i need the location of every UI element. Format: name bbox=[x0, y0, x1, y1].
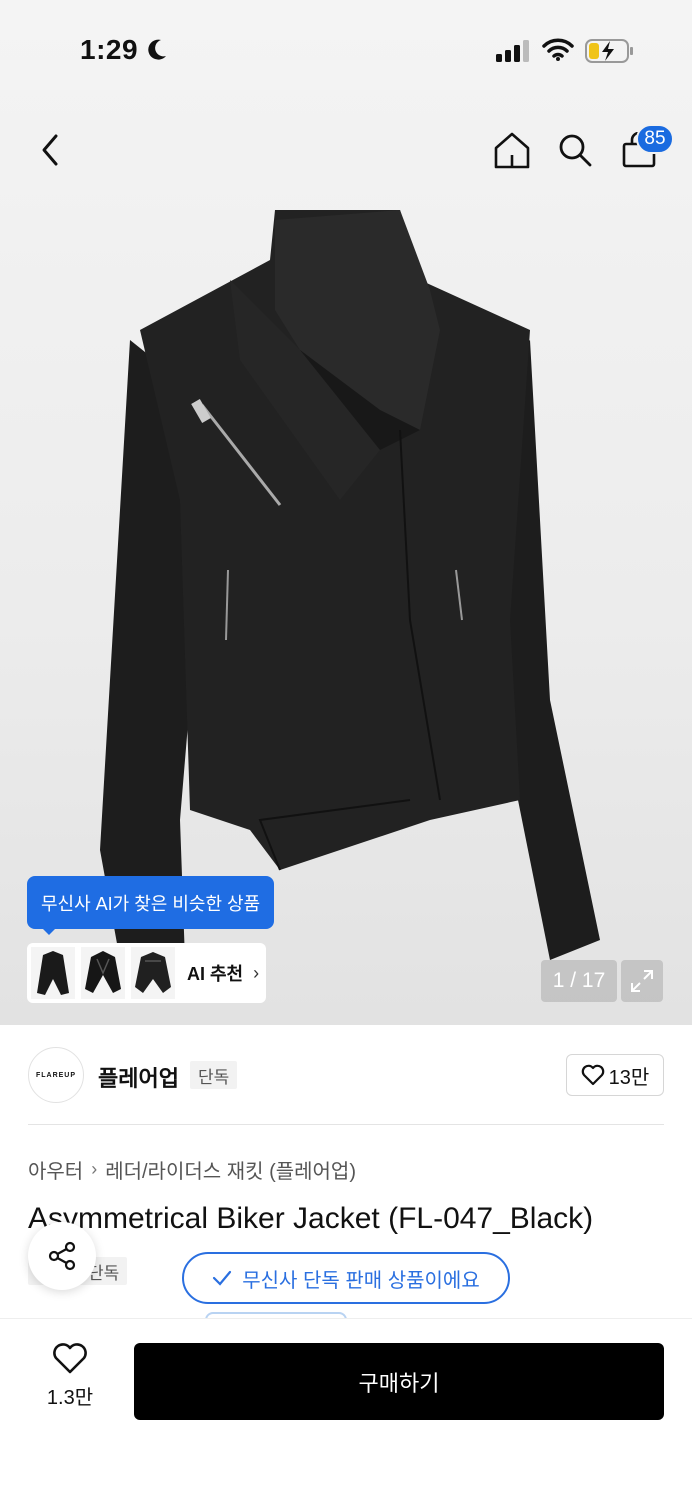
image-counter: 1 / 17 bbox=[541, 960, 617, 1002]
bottom-action-bar: 1.3만 구매하기 bbox=[0, 1318, 692, 1500]
product-like-button[interactable]: 1.3만 bbox=[30, 1343, 110, 1423]
check-icon bbox=[213, 1270, 232, 1286]
status-bar: 1:29 bbox=[0, 0, 692, 100]
exclusive-notice-text: 무신사 단독 판매 상품이에요 bbox=[242, 1269, 480, 1292]
ai-recommend-card[interactable]: AI 추천 › bbox=[27, 943, 266, 1003]
home-button[interactable] bbox=[484, 118, 540, 182]
signal-icon bbox=[496, 40, 529, 62]
ai-thumbnail[interactable] bbox=[31, 947, 75, 999]
ai-tooltip: 무신사 AI가 찾은 비슷한 상품 bbox=[27, 876, 275, 929]
expand-button[interactable] bbox=[621, 960, 663, 1002]
product-image-gallery[interactable]: 1:29 85 무신사 AI가 찾은 비슷한 상품 AI 추천 › 1 / 17 bbox=[0, 0, 692, 1025]
share-icon bbox=[48, 1241, 76, 1271]
search-button[interactable] bbox=[547, 118, 603, 182]
brand-logo[interactable]: FLAREUP bbox=[28, 1047, 84, 1103]
share-button[interactable] bbox=[28, 1222, 96, 1290]
back-icon bbox=[42, 134, 58, 166]
battery-charging-icon bbox=[585, 39, 633, 63]
brand-like-button[interactable]: 13만 bbox=[566, 1054, 664, 1096]
product-title: Asymmetrical Biker Jacket (FL-047_Black) bbox=[28, 1202, 594, 1235]
divider bbox=[28, 1124, 664, 1125]
exclusive-tag: 단독 bbox=[190, 1061, 238, 1089]
breadcrumb-item[interactable]: 레더/라이더스 재킷 (플레어업) bbox=[105, 1155, 356, 1184]
chevron-right-icon: › bbox=[253, 962, 260, 983]
cart-count-badge: 85 bbox=[636, 124, 674, 154]
ai-thumbnail[interactable] bbox=[131, 947, 175, 999]
ai-tooltip-tail bbox=[40, 926, 58, 935]
wifi-icon bbox=[542, 38, 574, 61]
top-navigation bbox=[0, 118, 692, 182]
moon-icon bbox=[148, 39, 166, 60]
status-time: 1:29 bbox=[80, 34, 139, 65]
brand-row: FLAREUP 플레어업 단독 13만 bbox=[0, 1025, 692, 1125]
product-image bbox=[100, 210, 600, 960]
exclusive-notice: 무신사 단독 판매 상품이에요 bbox=[182, 1252, 510, 1304]
expand-icon bbox=[631, 970, 653, 992]
heart-icon bbox=[581, 1064, 604, 1086]
brand-name[interactable]: 플레어업 bbox=[98, 1061, 179, 1093]
chevron-right-icon: › bbox=[91, 1159, 98, 1179]
buy-button[interactable]: 구매하기 bbox=[134, 1343, 664, 1420]
back-button[interactable] bbox=[22, 118, 78, 182]
breadcrumb: 아우터 › 레더/라이더스 재킷 (플레어업) bbox=[28, 1155, 356, 1184]
brand-like-count: 13만 bbox=[608, 1066, 650, 1089]
breadcrumb-item[interactable]: 아우터 bbox=[28, 1155, 83, 1184]
search-icon bbox=[559, 134, 592, 167]
ai-recommend-label: AI 추천 bbox=[187, 964, 244, 984]
heart-icon bbox=[53, 1343, 87, 1374]
product-like-count: 1.3만 bbox=[46, 1387, 94, 1409]
ai-thumbnail[interactable] bbox=[81, 947, 125, 999]
home-icon bbox=[494, 132, 530, 169]
